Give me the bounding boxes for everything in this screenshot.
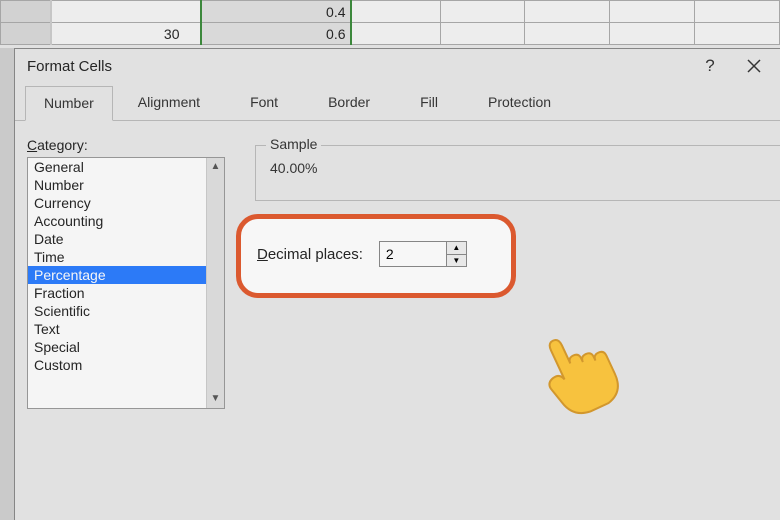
category-scrollbar[interactable]: ▲ ▼ bbox=[206, 158, 224, 408]
cell bbox=[351, 23, 441, 45]
cell bbox=[51, 1, 201, 23]
spinner-up-icon[interactable]: ▲ bbox=[447, 242, 466, 255]
category-item-percentage[interactable]: Percentage bbox=[28, 266, 206, 284]
category-item-fraction[interactable]: Fraction bbox=[28, 284, 206, 302]
category-item-currency[interactable]: Currency bbox=[28, 194, 206, 212]
tab-alignment[interactable]: Alignment bbox=[113, 85, 225, 120]
decimal-places-label: Decimal places: bbox=[257, 246, 363, 263]
pointing-hand-icon bbox=[520, 310, 640, 435]
category-item-number[interactable]: Number bbox=[28, 176, 206, 194]
cell bbox=[695, 23, 780, 45]
category-listbox: General Number Currency Accounting Date … bbox=[27, 157, 225, 409]
category-item-date[interactable]: Date bbox=[28, 230, 206, 248]
category-item-custom[interactable]: Custom bbox=[28, 356, 206, 374]
category-item-accounting[interactable]: Accounting bbox=[28, 212, 206, 230]
cell bbox=[695, 1, 780, 23]
tab-font[interactable]: Font bbox=[225, 85, 303, 120]
tab-border[interactable]: Border bbox=[303, 85, 395, 120]
chevron-down-icon[interactable]: ▼ bbox=[207, 390, 224, 408]
right-pane: Sample 40.00% bbox=[255, 137, 780, 201]
annotation-highlight: Decimal places: ▲ ▼ bbox=[236, 214, 516, 298]
spreadsheet-background: 0.4 30 0.6 bbox=[0, 0, 780, 48]
decimal-places-spinner: ▲ ▼ bbox=[447, 241, 467, 267]
category-item-scientific[interactable]: Scientific bbox=[28, 302, 206, 320]
category-item-special[interactable]: Special bbox=[28, 338, 206, 356]
close-button[interactable] bbox=[740, 58, 768, 74]
dialog-title: Format Cells bbox=[27, 58, 696, 75]
tab-number[interactable]: Number bbox=[25, 86, 113, 121]
category-item-time[interactable]: Time bbox=[28, 248, 206, 266]
sample-box: Sample 40.00% bbox=[255, 145, 780, 201]
row-header bbox=[1, 1, 51, 23]
chevron-up-icon[interactable]: ▲ bbox=[207, 158, 224, 176]
cell: 30 bbox=[51, 23, 201, 45]
dialog-titlebar: Format Cells ? bbox=[15, 49, 780, 83]
cell bbox=[440, 1, 525, 23]
close-icon bbox=[746, 58, 762, 74]
help-button[interactable]: ? bbox=[696, 56, 724, 76]
cell bbox=[610, 23, 695, 45]
spinner-down-icon[interactable]: ▼ bbox=[447, 255, 466, 267]
tab-content: Category: General Number Currency Accoun… bbox=[15, 121, 780, 520]
sample-value: 40.00% bbox=[270, 160, 770, 176]
cell bbox=[440, 23, 525, 45]
category-item-text[interactable]: Text bbox=[28, 320, 206, 338]
selected-cell: 0.6 bbox=[201, 23, 351, 45]
tab-protection[interactable]: Protection bbox=[463, 85, 576, 120]
cell bbox=[610, 1, 695, 23]
tab-row: Number Alignment Font Border Fill Protec… bbox=[15, 85, 780, 121]
cell bbox=[351, 1, 441, 23]
row-header bbox=[1, 23, 51, 45]
decimal-places-row: Decimal places: ▲ ▼ bbox=[241, 219, 511, 289]
category-item-general[interactable]: General bbox=[28, 158, 206, 176]
tab-fill[interactable]: Fill bbox=[395, 85, 463, 120]
cell bbox=[525, 23, 610, 45]
decimal-places-control: ▲ ▼ bbox=[379, 241, 467, 267]
category-list[interactable]: General Number Currency Accounting Date … bbox=[28, 158, 206, 408]
cell bbox=[525, 1, 610, 23]
decimal-places-input[interactable] bbox=[379, 241, 447, 267]
selected-cell: 0.4 bbox=[201, 1, 351, 23]
sample-label: Sample bbox=[266, 136, 321, 152]
